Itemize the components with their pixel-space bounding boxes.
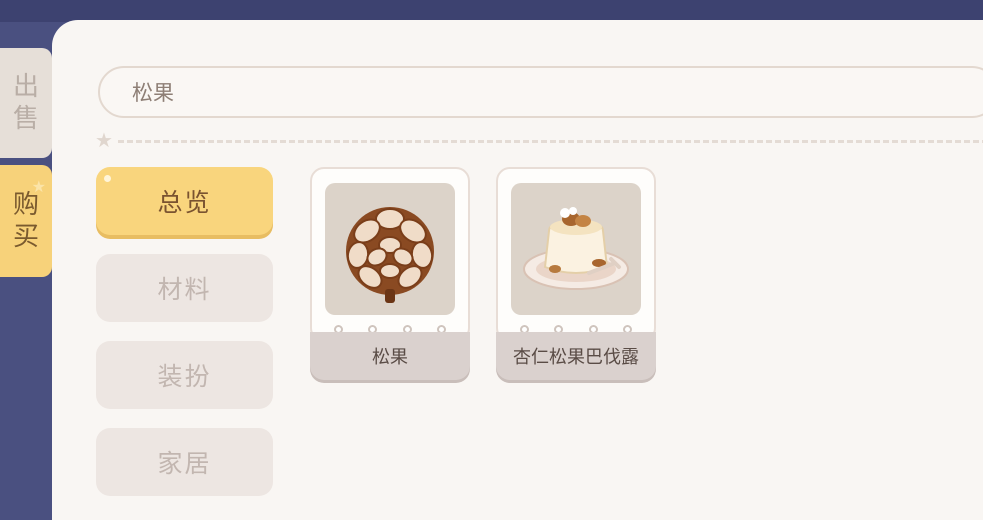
category-label: 材料 bbox=[157, 275, 212, 304]
tab-buy-label-2: 买 bbox=[12, 222, 39, 252]
category-label: 装扮 bbox=[157, 362, 212, 391]
almond-pudding-icon bbox=[511, 183, 641, 315]
item-card-almond-bavarois[interactable]: 杏仁松果巴伐露 bbox=[496, 167, 656, 383]
highlight-dot bbox=[104, 175, 111, 182]
category-materials[interactable]: 材料 bbox=[96, 254, 273, 322]
item-name: 松果 bbox=[310, 332, 470, 380]
star-icon: ★ bbox=[31, 177, 46, 196]
top-strip bbox=[0, 0, 983, 22]
category-overview[interactable]: 总览 bbox=[96, 167, 273, 235]
star-icon: ★ bbox=[95, 128, 113, 152]
category-label: 总览 bbox=[157, 188, 212, 217]
category-outfits[interactable]: 装扮 bbox=[96, 341, 273, 409]
item-name: 杏仁松果巴伐露 bbox=[496, 332, 656, 380]
tab-sell-label-1: 出 bbox=[12, 72, 39, 102]
item-name-text: 松果 bbox=[372, 347, 408, 368]
dashed-divider bbox=[118, 140, 983, 143]
tab-sell-label-2: 售 bbox=[12, 104, 39, 134]
item-name-text: 杏仁松果巴伐露 bbox=[513, 347, 639, 368]
item-card-pinecone[interactable]: 松果 bbox=[310, 167, 470, 383]
tab-sell[interactable]: 出 售 bbox=[0, 48, 52, 158]
card-frame bbox=[496, 167, 656, 342]
search-input[interactable]: 松果 bbox=[98, 66, 983, 118]
card-frame bbox=[310, 167, 470, 342]
tab-buy[interactable]: ★ 购 买 bbox=[0, 165, 52, 277]
search-value: 松果 bbox=[132, 81, 174, 105]
category-furniture[interactable]: 家居 bbox=[96, 428, 273, 496]
category-label: 家居 bbox=[157, 449, 212, 478]
pinecone-icon bbox=[325, 183, 455, 315]
